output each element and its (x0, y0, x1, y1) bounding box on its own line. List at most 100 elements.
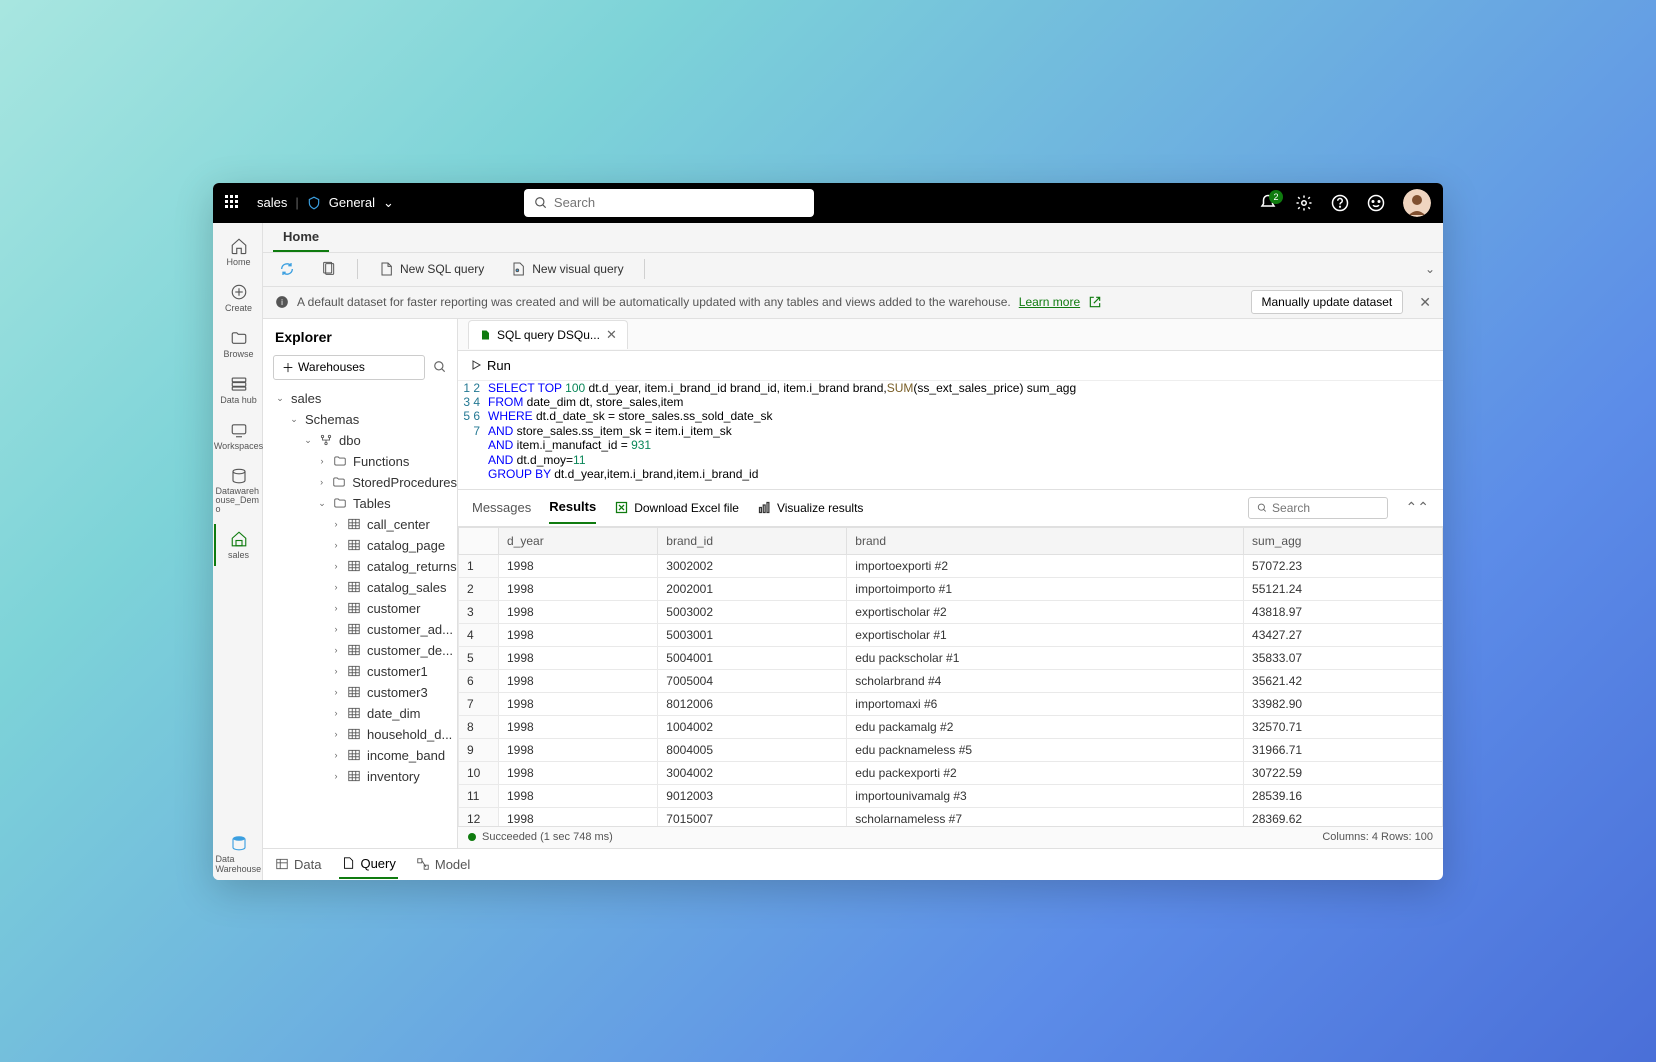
shield-icon (307, 196, 321, 210)
status-dot-icon (468, 833, 476, 841)
search-icon[interactable] (433, 360, 447, 374)
visualize-results-button[interactable]: Visualize results (757, 500, 863, 515)
top-bar: sales | General ⌄ 2 (213, 183, 1443, 223)
results-search-input[interactable] (1272, 501, 1379, 515)
table-row[interactable]: 719988012006importomaxi #633982.90 (459, 692, 1443, 715)
nav-workspaces[interactable]: Workspaces (214, 415, 262, 457)
search-input[interactable] (554, 195, 804, 210)
notifications-icon[interactable]: 2 (1259, 194, 1277, 212)
tree-table-callcenter[interactable]: ›call_center (263, 514, 457, 535)
banner-text: A default dataset for faster reporting w… (297, 295, 1011, 309)
tree-functions[interactable]: ›Functions (263, 451, 457, 472)
bottom-tab-data[interactable]: Data (273, 851, 323, 878)
status-counts: Columns: 4 Rows: 100 (1322, 831, 1433, 843)
nav-create[interactable]: Create (214, 277, 262, 319)
tree-table-catalogpage[interactable]: ›catalog_page (263, 535, 457, 556)
table-row[interactable]: 1219987015007scholarnameless #728369.62 (459, 807, 1443, 826)
explorer-panel: Explorer ＋Warehouses ⌄sales⌄Schemas⌄dbo›… (263, 319, 458, 848)
table-row[interactable]: 919988004005edu packnameless #531966.71 (459, 738, 1443, 761)
tree-table-datedim[interactable]: ›date_dim (263, 703, 457, 724)
info-banner: i A default dataset for faster reporting… (263, 287, 1443, 319)
table-row[interactable]: 219982002001importoimporto #155121.24 (459, 577, 1443, 600)
status-message: Succeeded (1 sec 748 ms) (482, 831, 613, 843)
nav-home[interactable]: Home (214, 231, 262, 273)
external-link-icon (1088, 295, 1102, 309)
app-window: sales | General ⌄ 2 (213, 183, 1443, 880)
ribbon-actions: New SQL query New visual query ⌄ (263, 253, 1443, 287)
bottom-tab-model[interactable]: Model (414, 851, 472, 878)
download-excel-button[interactable]: Download Excel file (614, 500, 739, 515)
refresh-button[interactable] (273, 257, 301, 281)
bottom-tabs: Data Query Model (263, 848, 1443, 880)
table-row[interactable]: 319985003002exportischolar #243818.97 (459, 600, 1443, 623)
workspace-name[interactable]: sales (257, 195, 287, 210)
query-tab[interactable]: SQL query DSQu... ✕ (468, 320, 628, 349)
feedback-icon[interactable] (1367, 194, 1385, 212)
search-icon (1257, 502, 1267, 514)
table-row[interactable]: 819981004002edu packamalg #232570.71 (459, 715, 1443, 738)
settings-icon[interactable] (1295, 194, 1313, 212)
ribbon-tab-home[interactable]: Home (273, 223, 329, 252)
table-row[interactable]: 519985004001edu packscholar #135833.07 (459, 646, 1443, 669)
ribbon-expand-icon[interactable]: ⌄ (1425, 262, 1435, 276)
nav-warehouse-demo[interactable]: Datawarehouse_Demo (214, 461, 262, 520)
nav-browse[interactable]: Browse (214, 323, 262, 365)
waffle-icon[interactable] (225, 195, 241, 211)
table-row[interactable]: 619987005004scholarbrand #435621.42 (459, 669, 1443, 692)
tree-dbo[interactable]: ⌄dbo (263, 430, 457, 451)
tab-results[interactable]: Results (549, 491, 596, 524)
explorer-title: Explorer (263, 319, 457, 355)
help-icon[interactable] (1331, 194, 1349, 212)
close-icon[interactable]: ✕ (1419, 294, 1431, 311)
add-warehouses-button[interactable]: ＋Warehouses (273, 355, 425, 380)
tree-table-householdd[interactable]: ›household_d... (263, 724, 457, 745)
results-toolbar: Messages Results Download Excel file Vis… (458, 489, 1443, 527)
tree-table-catalogreturns[interactable]: ›catalog_returns (263, 556, 457, 577)
tree-table-catalogsales[interactable]: ›catalog_sales (263, 577, 457, 598)
table-row[interactable]: 1119989012003importounivamalg #328539.16 (459, 784, 1443, 807)
global-search[interactable] (524, 189, 814, 217)
plus-icon: ＋ (282, 359, 294, 376)
table-row[interactable]: 119983002002importoexporti #257072.23 (459, 554, 1443, 577)
query-tab-title: SQL query DSQu... (497, 328, 600, 342)
tree-table-customer3[interactable]: ›customer3 (263, 682, 457, 703)
bottom-tab-query[interactable]: Query (339, 850, 397, 879)
results-search-box[interactable] (1248, 497, 1388, 519)
nav-sales[interactable]: sales (214, 524, 262, 566)
svg-text:i: i (281, 298, 283, 307)
play-icon (470, 359, 482, 371)
tree-table-incomeband[interactable]: ›income_band (263, 745, 457, 766)
run-button[interactable]: Run (470, 358, 511, 373)
collapse-icon[interactable]: ⌃⌃ (1406, 499, 1429, 516)
manually-update-button[interactable]: Manually update dataset (1251, 290, 1404, 314)
close-icon[interactable]: ✕ (606, 327, 617, 343)
ribbon-tabs: Home (263, 223, 1443, 253)
tree-sprocs[interactable]: ›StoredProcedures (263, 472, 457, 493)
info-icon: i (275, 295, 289, 309)
breadcrumb: sales | General ⌄ (257, 195, 394, 211)
tree-table-customer[interactable]: ›customer (263, 598, 457, 619)
tree-tables[interactable]: ⌄Tables (263, 493, 457, 514)
tree-schemas[interactable]: ⌄Schemas (263, 409, 457, 430)
sql-editor[interactable]: 1 2 3 4 5 6 7 SELECT TOP 100 dt.d_year, … (458, 381, 1443, 489)
table-row[interactable]: 1019983004002edu packexporti #230722.59 (459, 761, 1443, 784)
new-visual-query-button[interactable]: New visual query (504, 257, 629, 281)
notification-badge: 2 (1269, 190, 1283, 204)
tree-table-inventory[interactable]: ›inventory (263, 766, 457, 787)
nav-footer-warehouse[interactable]: Data Warehouse (214, 828, 262, 880)
explorer-tree: ⌄sales⌄Schemas⌄dbo›Functions›StoredProce… (263, 388, 457, 848)
avatar[interactable] (1403, 189, 1431, 217)
clipboard-button[interactable] (315, 257, 343, 281)
tree-table-customerde[interactable]: ›customer_de... (263, 640, 457, 661)
tree-table-customerad[interactable]: ›customer_ad... (263, 619, 457, 640)
new-sql-query-button[interactable]: New SQL query (372, 257, 490, 281)
tab-messages[interactable]: Messages (472, 492, 531, 523)
table-row[interactable]: 419985003001exportischolar #143427.27 (459, 623, 1443, 646)
tree-sales[interactable]: ⌄sales (263, 388, 457, 409)
nav-datahub[interactable]: Data hub (214, 369, 262, 411)
chevron-down-icon[interactable]: ⌄ (383, 195, 394, 211)
channel-name[interactable]: General (329, 195, 375, 210)
learn-more-link[interactable]: Learn more (1019, 295, 1080, 309)
tree-table-customer1[interactable]: ›customer1 (263, 661, 457, 682)
results-grid[interactable]: d_yearbrand_idbrandsum_agg119983002002im… (458, 527, 1443, 826)
